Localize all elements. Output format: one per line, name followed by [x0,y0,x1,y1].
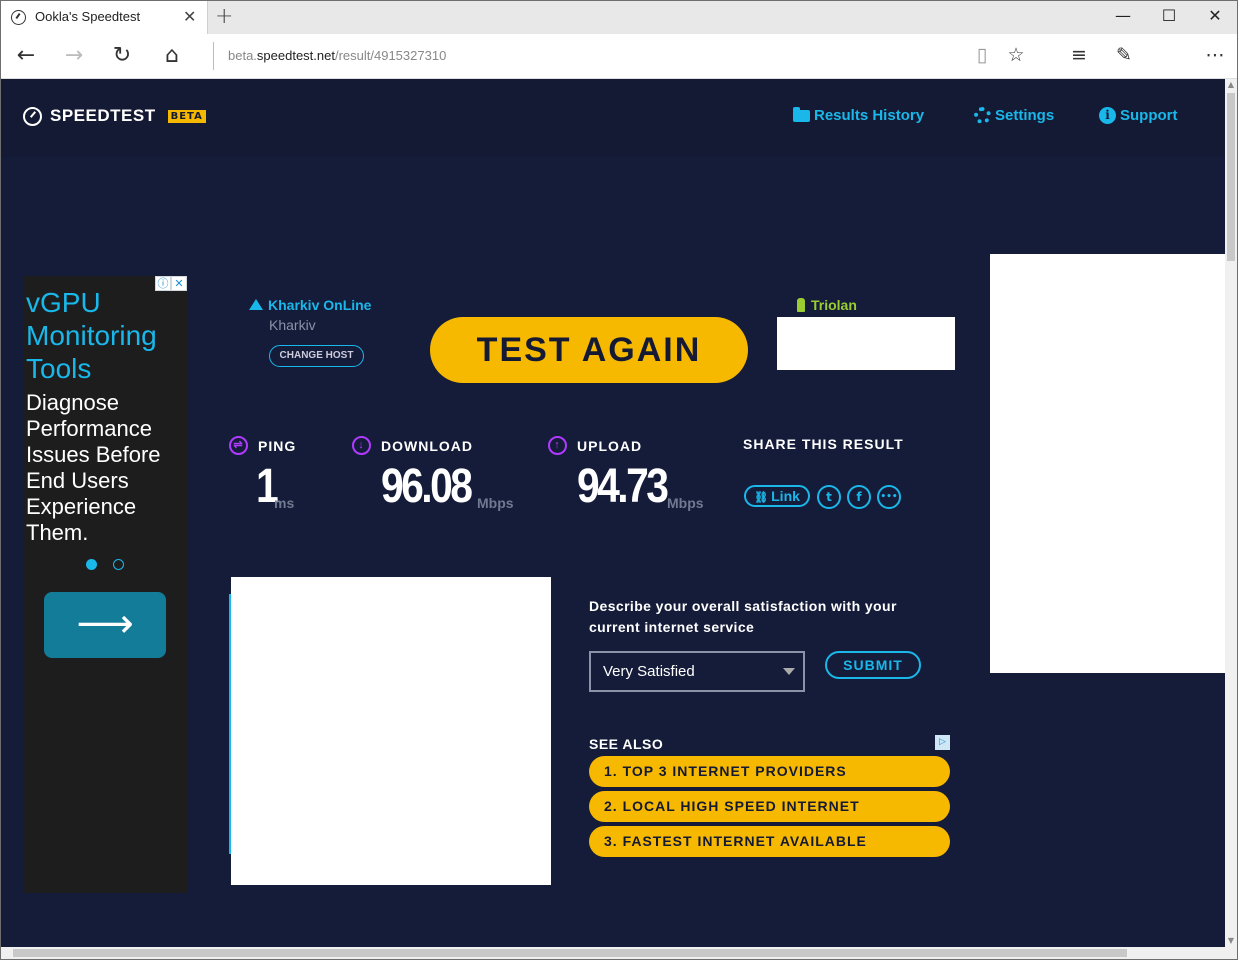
link-icon: ⛓ [754,492,772,504]
address-bar-row: ← → ↻ ⌂ beta.speedtest.net/result/491532… [1,34,1237,79]
download-title: DOWNLOAD [381,437,473,454]
speedtest-logo[interactable]: SPEEDTEST BETA [23,106,206,126]
forward-button[interactable]: → [59,43,89,68]
window-close-button[interactable]: ✕ [1200,6,1230,25]
chevron-down-icon [783,668,795,675]
isp-logo-icon [249,299,263,310]
tab-strip: Ookla's Speedtest ✕ + — ☐ ✕ [1,1,1237,34]
facebook-icon[interactable]: f [847,485,871,509]
isp-label: Kharkiv OnLine [268,297,372,313]
url-prefix: beta. [228,48,257,63]
see-also-title: SEE ALSO [589,736,664,752]
ad-arrow-button[interactable]: ⟶ [44,592,166,658]
ad-slide-dot-active[interactable] [86,559,97,570]
satisfaction-selected: Very Satisfied [603,663,695,680]
advertisement[interactable]: ⓘ ✕ vGPU Monitoring Tools Diagnose Perfo… [23,276,187,893]
satisfaction-question: Describe your overall satisfaction with … [589,598,897,635]
ping-icon: ⇌ [229,436,248,455]
provider-ad-slot [777,317,955,370]
home-button[interactable]: ⌂ [157,43,187,68]
vertical-scroll-thumb[interactable] [1227,93,1235,261]
site-header: SPEEDTEST BETA Results History Settings … [1,79,1225,157]
maximize-button[interactable]: ☐ [1154,6,1184,25]
nav-results-history[interactable]: Results History [793,106,925,124]
horizontal-scrollbar[interactable] [1,947,1237,959]
upload-value: 94.73 [577,460,669,513]
nav-label: Support [1120,107,1178,124]
vertical-scrollbar[interactable]: ▲ ▼ [1225,79,1237,947]
server-city: Kharkiv [269,317,316,333]
download-value: 96.08 [381,460,473,513]
nav-label: Settings [995,107,1055,124]
download-icon: ↓ [352,436,371,455]
nav-label: Results History [814,107,925,124]
url-path: /result/4915327310 [334,48,447,63]
upload-unit: Mbps [667,495,704,511]
upload-icon: ↑ [548,436,567,455]
info-icon: i [1099,107,1116,124]
tab-title: Ookla's Speedtest [35,9,141,24]
scroll-down-icon[interactable]: ▼ [1225,935,1237,947]
satisfaction-select[interactable]: Very Satisfied [589,651,805,692]
change-host-button[interactable]: CHANGE HOST [269,345,364,367]
download-label: ↓ DOWNLOAD [352,436,473,455]
share-link-label: Link [771,488,800,504]
folder-icon [793,106,810,122]
right-ad-slot [990,254,1225,673]
upload-label: ↑ UPLOAD [548,436,642,455]
upload-title: UPLOAD [577,437,643,454]
provider-label: Triolan [811,297,857,313]
test-again-button[interactable]: TEST AGAIN [430,317,748,383]
nav-settings[interactable]: Settings [974,107,1054,124]
twitter-icon[interactable]: t [817,485,841,509]
favorite-star-icon[interactable]: ☆ [1002,44,1030,66]
ping-title: PING [258,437,297,454]
share-title: SHARE THIS RESULT [743,436,904,452]
ad-heading: vGPU Monitoring Tools [26,287,157,384]
reading-view-icon[interactable]: ▯ [968,44,996,66]
minimize-button[interactable]: — [1108,6,1138,25]
page-viewport: SPEEDTEST BETA Results History Settings … [1,79,1225,947]
speedtest-favicon-icon [11,10,26,25]
hub-icon[interactable]: ≡ [1065,44,1093,66]
url-host: speedtest.net [256,48,335,63]
share-link-button[interactable]: ⛓ Link [744,485,810,507]
tab-close-icon[interactable]: ✕ [183,7,196,26]
new-tab-button[interactable]: + [215,4,233,29]
browser-tab[interactable]: Ookla's Speedtest ✕ [1,1,208,34]
refresh-button[interactable]: ↻ [107,43,137,68]
browser-window: Ookla's Speedtest ✕ + — ☐ ✕ ← → ↻ ⌂ beta… [0,0,1238,960]
results-map-panel [231,577,551,885]
ping-label: ⇌ PING [229,436,296,455]
nav-support[interactable]: i Support [1099,107,1178,124]
see-also-item[interactable]: 2. LOCAL HIGH SPEED INTERNET [589,791,950,822]
horizontal-scroll-thumb[interactable] [13,949,1127,957]
submit-button[interactable]: SUBMIT [825,651,921,679]
provider-icon [797,298,805,312]
isp-name: Kharkiv OnLine [249,297,371,313]
web-note-icon[interactable]: ✎ [1110,44,1138,66]
see-also-item[interactable]: 1. TOP 3 INTERNET PROVIDERS [589,756,950,787]
address-bar[interactable]: beta.speedtest.net/result/4915327310 [213,42,913,70]
back-button[interactable]: ← [11,43,41,68]
more-icon[interactable]: ⋯ [1201,44,1229,66]
scroll-up-icon[interactable]: ▲ [1225,79,1237,91]
ad-body: Diagnose Performance Issues Before End U… [26,390,161,545]
speedometer-icon [23,106,42,126]
beta-badge: BETA [167,109,206,123]
logo-text: SPEEDTEST [50,106,156,125]
gear-icon [974,107,991,124]
ping-unit: ms [274,495,295,511]
download-unit: Mbps [477,495,514,511]
ad-slide-dot[interactable] [113,559,124,570]
more-share-icon[interactable]: ••• [877,485,901,509]
adchoices-icon[interactable]: ▷ [935,735,950,750]
see-also-item[interactable]: 3. FASTEST INTERNET AVAILABLE [589,826,950,857]
provider-name: Triolan [797,297,857,313]
